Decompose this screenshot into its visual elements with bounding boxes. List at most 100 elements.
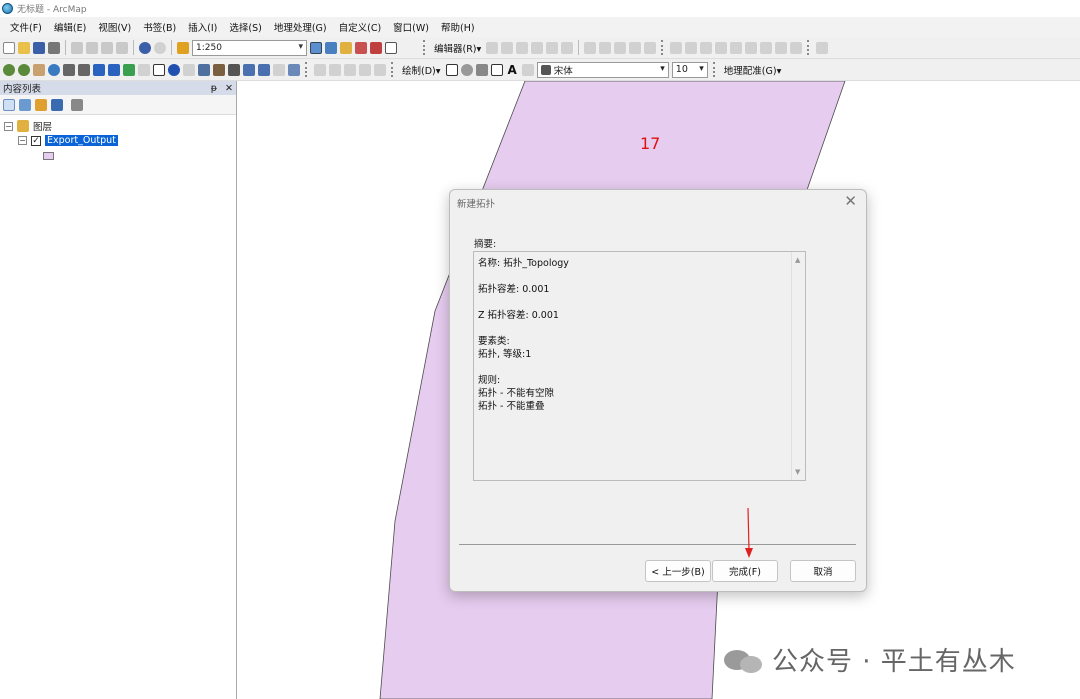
identify-icon[interactable] — [168, 63, 180, 76]
georeferencing-menu[interactable]: 地理配准(G)▾ — [722, 63, 784, 77]
print-icon[interactable] — [48, 41, 60, 54]
save-icon[interactable] — [33, 41, 45, 54]
pan-icon[interactable] — [33, 63, 45, 76]
menu-customize[interactable]: 自定义(C) — [333, 20, 388, 34]
undo-icon[interactable] — [139, 41, 151, 54]
collapse-icon[interactable]: − — [4, 121, 13, 131]
edit-tool-icon[interactable] — [486, 41, 499, 54]
font-size-dropdown[interactable]: 10 — [671, 61, 708, 78]
delete-icon[interactable] — [116, 41, 128, 54]
paste-icon[interactable] — [101, 41, 113, 54]
toolbar-grip[interactable] — [661, 40, 665, 55]
menu-bookmarks[interactable]: 书签(B) — [137, 20, 182, 34]
list-by-selection-icon[interactable] — [51, 98, 63, 111]
toolbar-grip[interactable] — [391, 62, 395, 77]
arctoolbox-icon[interactable] — [370, 41, 382, 54]
layer-visibility-checkbox[interactable]: ✓ — [31, 135, 41, 146]
new-doc-icon[interactable] — [3, 41, 15, 54]
fixed-zoom-in-icon[interactable] — [63, 63, 75, 76]
redo-icon[interactable] — [154, 41, 166, 54]
edit-vertices-icon[interactable] — [584, 41, 597, 54]
topology-error-icon[interactable] — [730, 41, 743, 54]
layer-name[interactable]: Export_Output — [45, 135, 118, 146]
time-slider-icon[interactable] — [273, 63, 285, 76]
dialog-close-icon[interactable]: ✕ — [844, 192, 857, 210]
menu-view[interactable]: 视图(V) — [92, 20, 137, 34]
find-icon[interactable] — [228, 63, 240, 76]
search-window-icon[interactable] — [355, 41, 367, 54]
summary-scrollbar[interactable]: ▲ ▼ — [791, 252, 805, 480]
map-scale-dropdown[interactable]: 1:250 — [192, 39, 307, 56]
rotate-icon[interactable] — [644, 41, 657, 54]
misc-tool-icon[interactable] — [816, 41, 829, 54]
layout-tool-4-icon[interactable] — [359, 63, 371, 76]
copy-icon[interactable] — [86, 41, 98, 54]
topology-validate-icon[interactable] — [715, 41, 728, 54]
menu-windows[interactable]: 窗口(W) — [387, 20, 435, 34]
table-of-contents-icon[interactable] — [325, 41, 337, 54]
draw-select-icon[interactable] — [445, 63, 458, 76]
toolbar-grip[interactable] — [423, 40, 427, 55]
trace-icon[interactable] — [546, 41, 559, 54]
font-name-dropdown[interactable]: 宋体 — [536, 61, 669, 78]
zoom-whole-page-icon[interactable] — [475, 63, 488, 76]
forward-arrow-icon[interactable] — [108, 63, 120, 76]
rectangle-icon[interactable] — [490, 63, 503, 76]
list-by-visibility-icon[interactable] — [35, 98, 47, 111]
scroll-down-icon[interactable]: ▼ — [795, 468, 800, 476]
point-icon[interactable] — [561, 41, 574, 54]
zoom-in-icon[interactable] — [3, 63, 15, 76]
add-data-icon[interactable] — [177, 41, 189, 54]
list-by-drawing-order-icon[interactable] — [3, 98, 15, 111]
pin-icon[interactable]: ᵽ — [211, 83, 217, 94]
topology-fix-icon[interactable] — [700, 41, 713, 54]
select-features-icon[interactable] — [123, 63, 135, 76]
layout-tool-1-icon[interactable] — [314, 63, 326, 76]
zoom-out-icon[interactable] — [18, 63, 30, 76]
menu-geoprocessing[interactable]: 地理处理(G) — [268, 20, 333, 34]
finish-button[interactable]: 完成(F) — [712, 560, 778, 582]
editor-menu[interactable]: 编辑器(R)▾ — [432, 41, 483, 55]
straight-segment-icon[interactable] — [516, 41, 529, 54]
layout-tool-2-icon[interactable] — [329, 63, 341, 76]
reshape-icon[interactable] — [599, 41, 612, 54]
toolbar-grip[interactable] — [305, 62, 309, 77]
hyperlink-icon[interactable] — [183, 63, 195, 76]
polygon-symbol-swatch[interactable] — [43, 152, 54, 160]
layer-row[interactable]: − ✓ Export_Output — [18, 135, 118, 146]
select-arrow-icon[interactable] — [153, 63, 165, 76]
editor-toolbar-icon[interactable] — [310, 41, 322, 54]
menu-selection[interactable]: 选择(S) — [223, 20, 267, 34]
layers-group-row[interactable]: − 图层 — [4, 119, 52, 133]
menu-edit[interactable]: 编辑(E) — [48, 20, 92, 34]
python-window-icon[interactable] — [385, 41, 397, 54]
table-icon[interactable] — [790, 41, 803, 54]
error-inspector-icon[interactable] — [745, 41, 758, 54]
scroll-up-icon[interactable]: ▲ — [795, 256, 800, 264]
text-tool-icon[interactable]: A — [506, 63, 519, 77]
cancel-button[interactable]: 取消 — [790, 560, 856, 582]
toolbar-grip[interactable] — [807, 40, 811, 55]
measure-icon[interactable] — [213, 63, 225, 76]
split-icon[interactable] — [629, 41, 642, 54]
toolbar-grip[interactable] — [712, 62, 717, 77]
topology-edit-icon[interactable] — [685, 41, 698, 54]
layout-tool-5-icon[interactable] — [374, 63, 386, 76]
catalog-icon[interactable] — [340, 41, 352, 54]
globe-icon[interactable] — [48, 63, 60, 76]
options-icon[interactable] — [71, 98, 83, 111]
go-to-xy-icon[interactable] — [258, 63, 270, 76]
rotate-element-icon[interactable] — [460, 63, 473, 76]
collapse-icon[interactable]: − — [18, 136, 27, 145]
toc-close-icon[interactable]: ✕ — [225, 83, 233, 94]
layout-tool-3-icon[interactable] — [344, 63, 356, 76]
list-by-source-icon[interactable] — [19, 98, 31, 111]
draw-menu[interactable]: 绘制(D)▾ — [400, 63, 443, 77]
topology-icon[interactable] — [670, 41, 683, 54]
cut-icon[interactable] — [71, 41, 83, 54]
open-folder-icon[interactable] — [18, 41, 30, 54]
sketch-icon[interactable] — [760, 41, 773, 54]
summary-textbox[interactable]: 名称: 拓扑_Topology 拓扑容差: 0.001 Z 拓扑容差: 0.00… — [473, 251, 806, 481]
menu-file[interactable]: 文件(F) — [4, 20, 48, 34]
fixed-zoom-out-icon[interactable] — [78, 63, 90, 76]
